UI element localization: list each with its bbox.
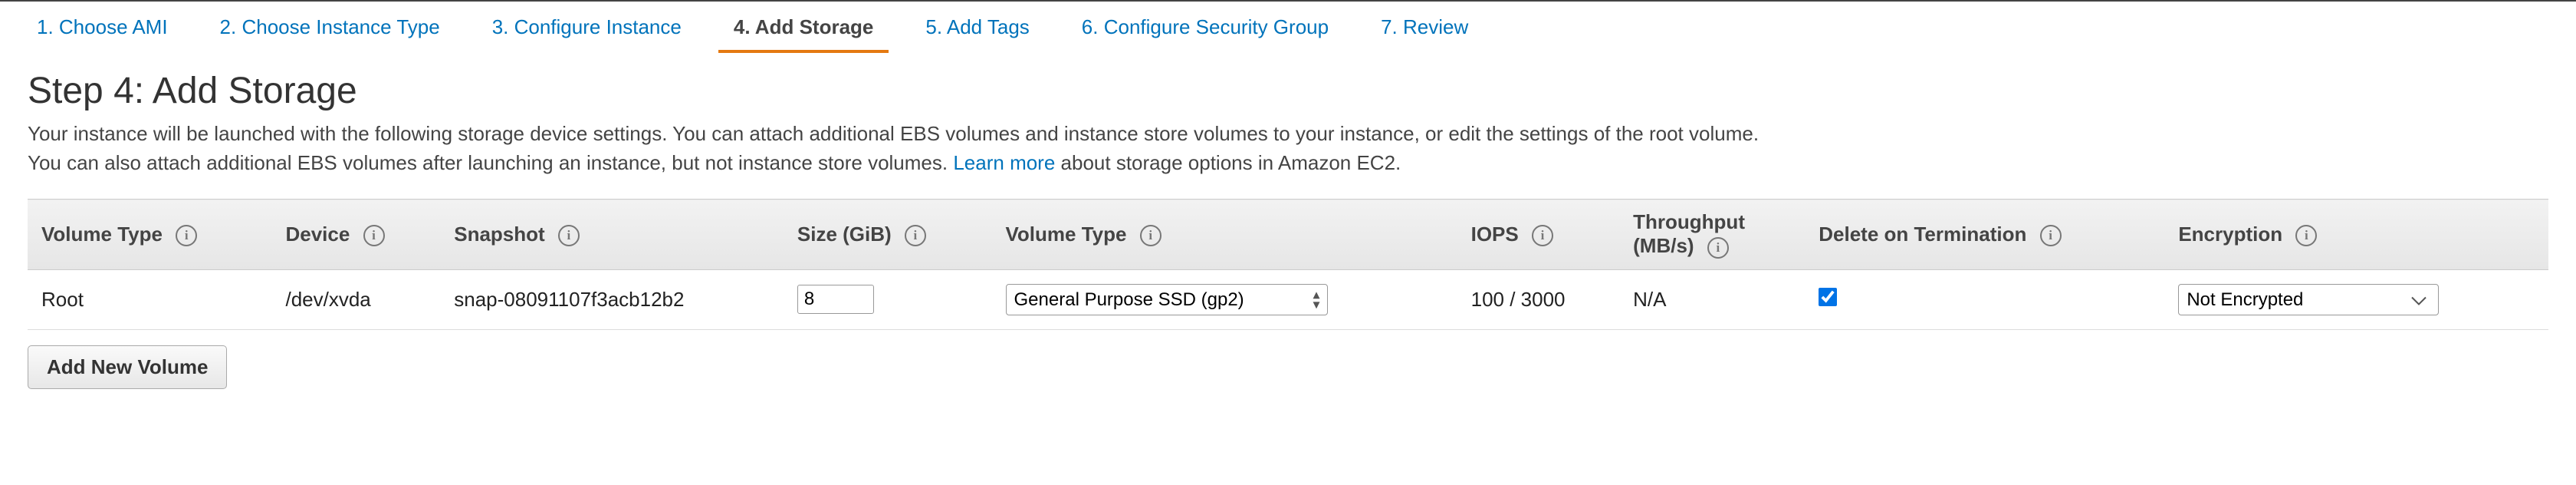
wizard-tabs: 1. Choose AMI 2. Choose Instance Type 3.…: [0, 2, 2576, 53]
info-icon[interactable]: i: [1140, 225, 1162, 246]
info-icon[interactable]: i: [2040, 225, 2062, 246]
info-icon[interactable]: i: [905, 225, 926, 246]
wizard-tab-configure-security-group[interactable]: 6. Configure Security Group: [1066, 9, 1344, 53]
step-description-part2: about storage options in Amazon EC2.: [1055, 151, 1401, 174]
cell-encryption: Not Encrypted: [2164, 269, 2548, 329]
storage-table: Volume Type i Device i Snapshot i Size (…: [28, 199, 2548, 329]
th-size: Size (GiB) i: [784, 200, 992, 269]
step-description: Your instance will be launched with the …: [28, 120, 1776, 177]
th-label: Encryption: [2178, 223, 2282, 246]
th-device: Device i: [271, 200, 440, 269]
th-throughput: Throughput (MB/s) i: [1619, 200, 1805, 269]
volume-type-select[interactable]: General Purpose SSD (gp2): [1006, 284, 1328, 315]
th-encryption: Encryption i: [2164, 200, 2548, 269]
encryption-select[interactable]: Not Encrypted: [2178, 284, 2439, 315]
th-volume-type: Volume Type i: [28, 200, 271, 269]
th-label: Volume Type: [41, 223, 163, 246]
cell-type: Root: [28, 269, 271, 329]
page-title: Step 4: Add Storage: [28, 70, 2548, 112]
th-label: Device: [285, 223, 350, 246]
wizard-tab-review[interactable]: 7. Review: [1365, 9, 1484, 53]
th-snapshot: Snapshot i: [440, 200, 784, 269]
th-label: (MB/s): [1633, 234, 1694, 258]
th-label: Throughput: [1633, 210, 1791, 234]
wizard-tab-configure-instance[interactable]: 3. Configure Instance: [477, 9, 697, 53]
info-icon[interactable]: i: [363, 225, 385, 246]
info-icon[interactable]: i: [1532, 225, 1553, 246]
wizard-tab-add-storage[interactable]: 4. Add Storage: [718, 9, 889, 53]
info-icon[interactable]: i: [2295, 225, 2317, 246]
cell-iops: 100 / 3000: [1457, 269, 1620, 329]
learn-more-link[interactable]: Learn more: [953, 151, 1055, 174]
table-row: Root /dev/xvda snap-08091107f3acb12b2 Ge…: [28, 269, 2548, 329]
add-new-volume-button[interactable]: Add New Volume: [28, 345, 227, 389]
wizard-tab-choose-ami[interactable]: 1. Choose AMI: [21, 9, 183, 53]
th-label: Snapshot: [454, 223, 544, 246]
wizard-tab-choose-instance-type[interactable]: 2. Choose Instance Type: [205, 9, 455, 53]
wizard-tab-add-tags[interactable]: 5. Add Tags: [910, 9, 1044, 53]
cell-snapshot: snap-08091107f3acb12b2: [440, 269, 784, 329]
size-input[interactable]: [797, 285, 874, 314]
th-label: Delete on Termination: [1819, 223, 2026, 246]
step-description-part1: Your instance will be launched with the …: [28, 122, 1759, 174]
info-icon[interactable]: i: [1707, 237, 1729, 259]
th-iops: IOPS i: [1457, 200, 1620, 269]
cell-throughput: N/A: [1619, 269, 1805, 329]
cell-device: /dev/xvda: [271, 269, 440, 329]
th-delete-on-termination: Delete on Termination i: [1805, 200, 2164, 269]
th-label: Size (GiB): [797, 223, 892, 246]
cell-delete-on-termination: [1805, 269, 2164, 329]
cell-volume-type-select: General Purpose SSD (gp2) ▴▾: [992, 269, 1457, 329]
th-volume-type-2: Volume Type i: [992, 200, 1457, 269]
th-label: Volume Type: [1006, 223, 1127, 246]
th-label: IOPS: [1471, 223, 1519, 246]
info-icon[interactable]: i: [558, 225, 580, 246]
delete-on-termination-checkbox[interactable]: [1819, 288, 1837, 306]
info-icon[interactable]: i: [176, 225, 197, 246]
cell-size: [784, 269, 992, 329]
